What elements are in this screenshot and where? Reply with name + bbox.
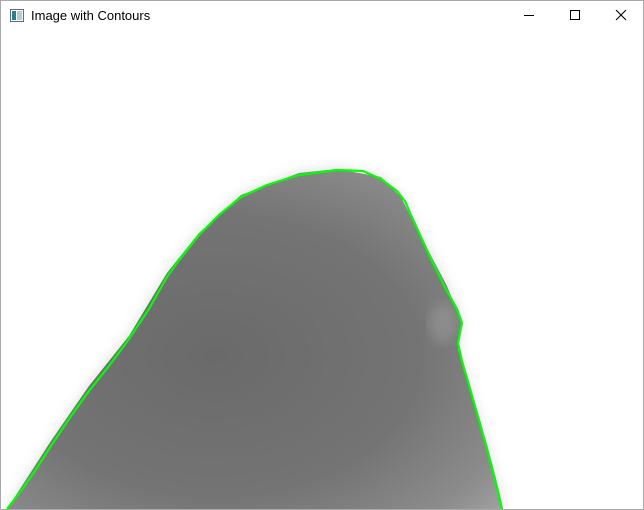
minimize-button[interactable] [506,1,552,32]
gray-object [7,169,503,509]
close-button[interactable] [598,1,643,32]
object-notch-highlight [429,303,457,343]
window-title: Image with Contours [31,8,151,23]
window-app-icon [10,9,24,22]
close-icon [615,8,627,26]
contour-image-canvas[interactable] [1,32,643,509]
title-bar[interactable]: Image with Contours [1,1,643,32]
maximize-button[interactable] [552,1,598,32]
app-window: Image with Contours [0,0,644,510]
maximize-icon [569,8,581,26]
minimize-icon [523,8,535,26]
